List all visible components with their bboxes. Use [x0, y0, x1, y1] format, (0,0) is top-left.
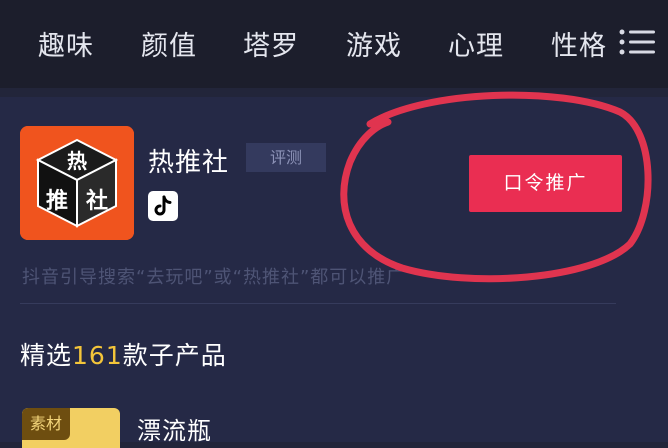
product-count: 161 — [72, 341, 123, 370]
category-tab-bar: 趣味 颜值 塔罗 游戏 心理 性格 — [0, 0, 668, 88]
logo-char-top: 热 — [67, 149, 87, 173]
command-promotion-button[interactable]: 口令推广 — [469, 155, 622, 212]
divider — [20, 303, 616, 304]
material-tag: 素材 — [22, 408, 70, 440]
logo-char-right: 社 — [86, 188, 108, 214]
section-title-suffix: 款子产品 — [122, 341, 227, 370]
tab-list: 趣味 颜值 塔罗 游戏 心理 性格 — [0, 0, 612, 88]
product-thumbnail[interactable]: 素材 — [22, 408, 120, 448]
tab-psychology[interactable]: 心理 — [448, 24, 504, 63]
app-logo: 热 推 社 — [20, 126, 134, 240]
cube-logo-icon: 热 推 社 — [20, 126, 134, 240]
promotion-hint-text: 抖音引导搜索“去玩吧”或“热推社”都可以推广 — [22, 267, 406, 288]
tab-games[interactable]: 游戏 — [346, 24, 402, 63]
section-title-prefix: 精选 — [20, 341, 73, 370]
logo-char-left: 推 — [46, 189, 68, 214]
list-menu-icon[interactable] — [617, 24, 657, 60]
review-badge: 评测 — [246, 143, 326, 172]
tab-tarot[interactable]: 塔罗 — [243, 24, 299, 63]
tab-appearance[interactable]: 颜值 — [141, 24, 197, 63]
tiktok-icon — [148, 191, 178, 221]
tab-personality[interactable]: 性格 — [551, 24, 607, 63]
app-name: 热推社 — [148, 148, 230, 178]
product-name[interactable]: 漂流瓶 — [137, 411, 212, 446]
tab-fun[interactable]: 趣味 — [38, 24, 94, 63]
section-title: 精选161款子产品 — [20, 336, 227, 372]
